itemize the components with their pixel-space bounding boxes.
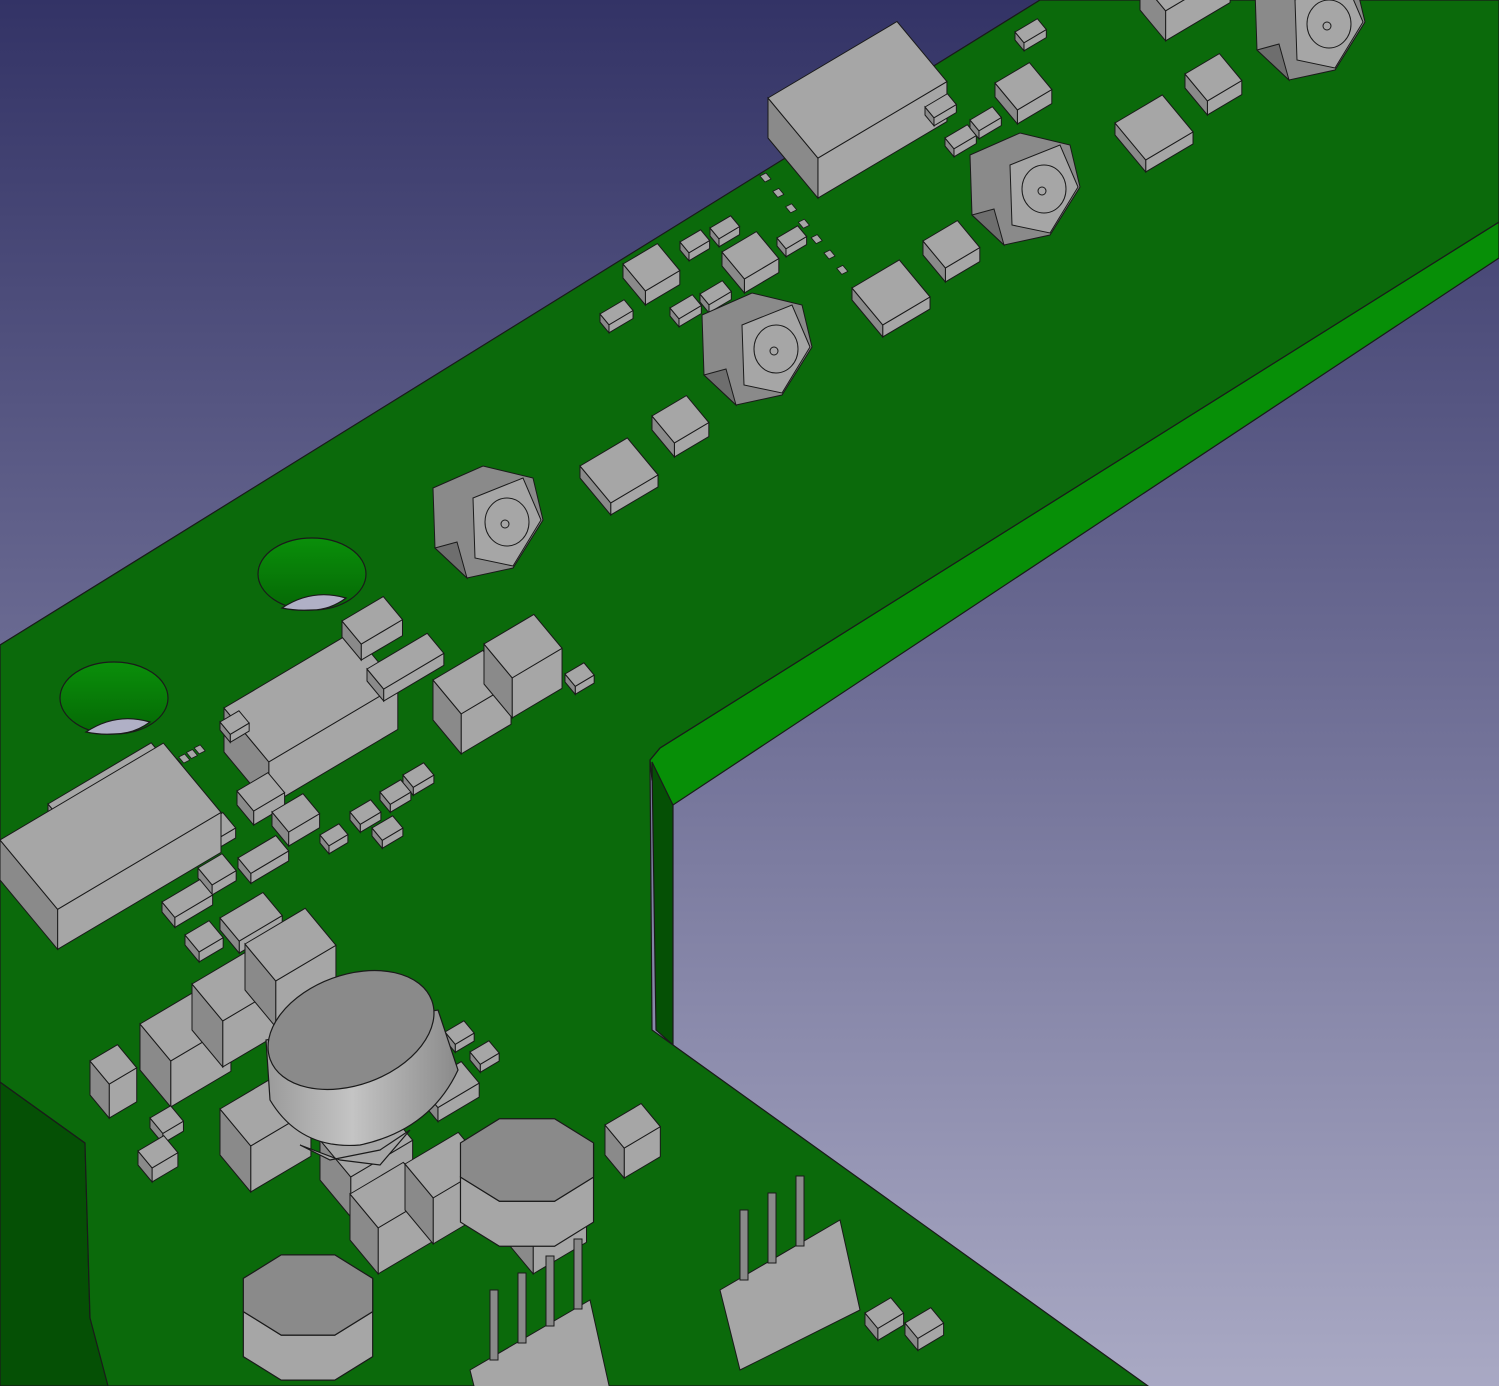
3d-viewport[interactable] xyxy=(0,0,1499,1386)
board-edge-cutout xyxy=(651,761,674,1047)
mounting-hole-2 xyxy=(59,661,169,735)
mounting-hole-1 xyxy=(257,537,367,611)
pcb-3d-scene[interactable] xyxy=(0,0,1499,1386)
power-inductor-1[interactable] xyxy=(459,1118,595,1247)
power-inductor-2[interactable] xyxy=(242,1254,374,1381)
